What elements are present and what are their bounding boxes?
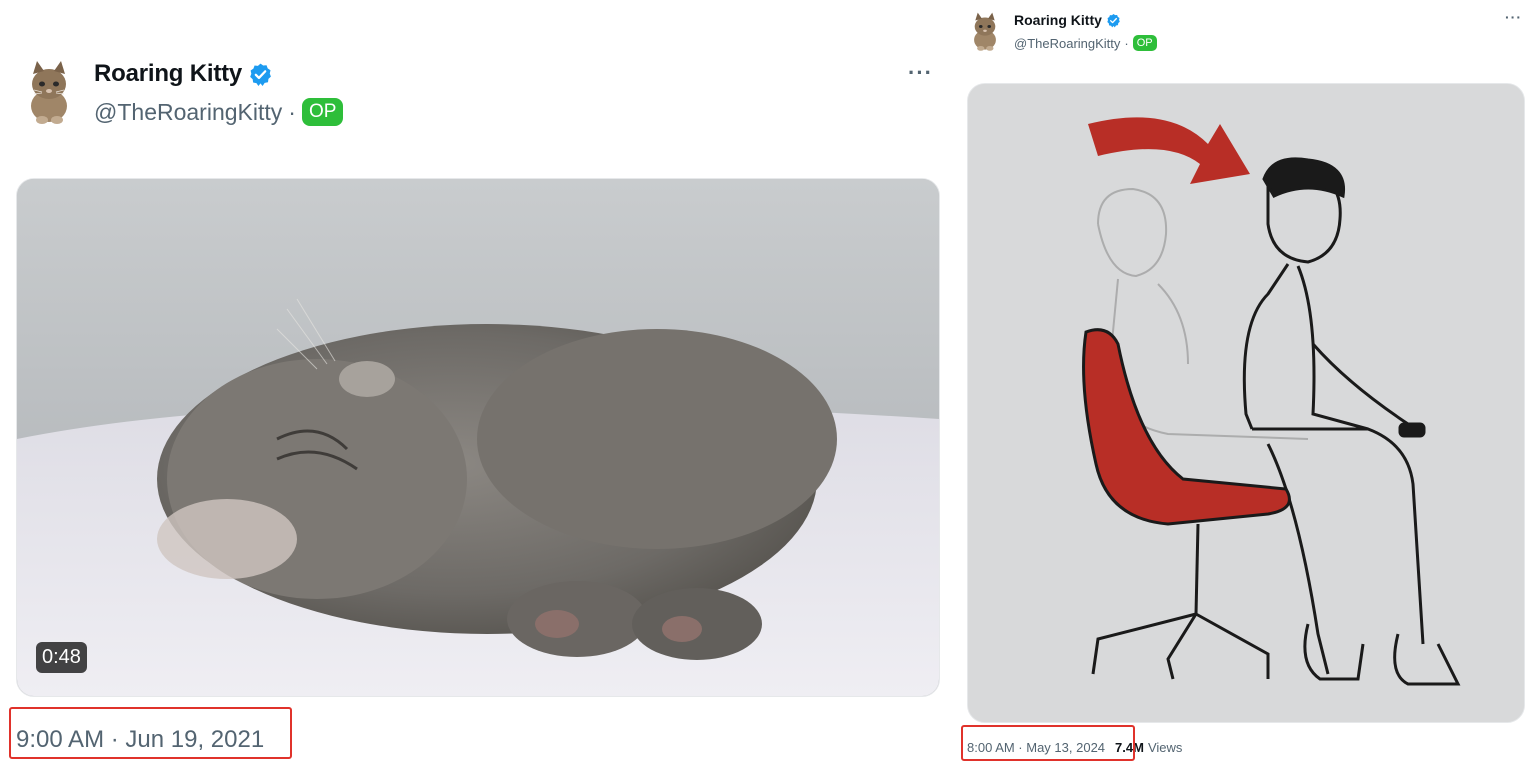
author-handle-line: @TheRoaringKitty · OP [94,96,344,128]
verified-badge-icon[interactable] [1106,13,1121,28]
timestamp-highlight-box [961,725,1135,761]
author-name-line: Roaring Kitty [94,58,273,90]
separator-dot: · [288,98,296,125]
sleeping-kitten-image [17,179,939,696]
author-handle[interactable]: @TheRoaringKitty [1014,36,1120,51]
more-options-icon[interactable]: ··· [1505,9,1522,25]
verified-badge-icon[interactable] [248,62,273,87]
timestamp-highlight-box [9,707,292,759]
op-badge: OP [301,98,344,126]
video-duration-label: 0:48 [36,642,87,673]
author-display-name[interactable]: Roaring Kitty [94,60,242,88]
author-display-name[interactable]: Roaring Kitty [1014,12,1102,28]
author-handle-line: @TheRoaringKitty · OP [1014,34,1157,52]
more-options-icon[interactable]: ··· [908,60,933,86]
video-thumbnail[interactable] [16,178,940,697]
tweet-right: Roaring Kitty @TheRoaringKitty · OP ··· [955,0,1532,782]
separator-dot: · [1124,35,1129,51]
views-label: Views [1147,740,1183,755]
author-name-line: Roaring Kitty [1014,11,1121,29]
illustration-image[interactable] [967,83,1525,723]
author-handle[interactable]: @TheRoaringKitty [94,99,282,126]
op-badge: OP [1132,35,1157,51]
kitten-avatar-icon[interactable] [20,60,78,126]
tweet-left: Roaring Kitty @TheRoaringKitty · OP ··· [0,0,955,782]
kitten-avatar-icon[interactable] [967,12,1003,52]
gamer-chair-illustration [968,84,1524,722]
